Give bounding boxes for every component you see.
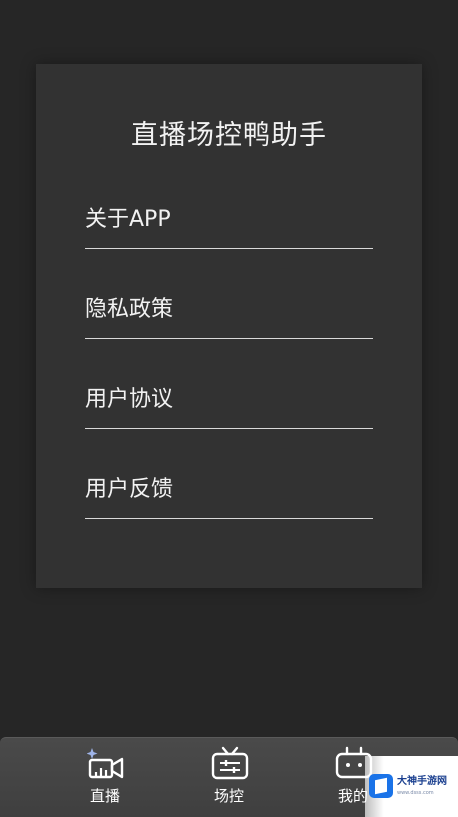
tab-label: 场控 bbox=[213, 787, 244, 805]
site-watermark: 大神手游网 www.dsss.com bbox=[365, 756, 458, 817]
menu-item-privacy-policy[interactable]: 隐私政策 bbox=[85, 294, 373, 339]
menu-item-feedback[interactable]: 用户反馈 bbox=[85, 474, 373, 519]
watermark-title: 大神手游网 bbox=[397, 776, 447, 787]
app-title: 直播场控鸭助手 bbox=[131, 120, 327, 151]
menu-item-user-agreement[interactable]: 用户协议 bbox=[85, 384, 373, 429]
menu-item-about[interactable]: 关于APP bbox=[85, 204, 373, 249]
tab-live[interactable]: 直播 bbox=[60, 742, 150, 812]
menu-item-label: 关于APP bbox=[85, 207, 171, 232]
tab-control[interactable]: 场控 bbox=[184, 742, 274, 812]
cube-logo-icon bbox=[369, 774, 393, 798]
menu-item-label: 用户反馈 bbox=[85, 477, 174, 502]
watermark-url: www.dsss.com bbox=[397, 790, 434, 796]
menu-item-label: 用户协议 bbox=[85, 387, 174, 412]
tab-label: 直播 bbox=[89, 787, 120, 805]
menu-item-label: 隐私政策 bbox=[85, 297, 174, 322]
screen: 直播场控鸭助手 关于APP 隐私政策 用户协议 用户反馈 直播 场控 我的 大神… bbox=[0, 0, 458, 817]
live-camera-icon bbox=[87, 748, 124, 779]
tv-control-icon bbox=[211, 746, 249, 780]
settings-card: 直播场控鸭助手 关于APP 隐私政策 用户协议 用户反馈 bbox=[36, 64, 422, 588]
